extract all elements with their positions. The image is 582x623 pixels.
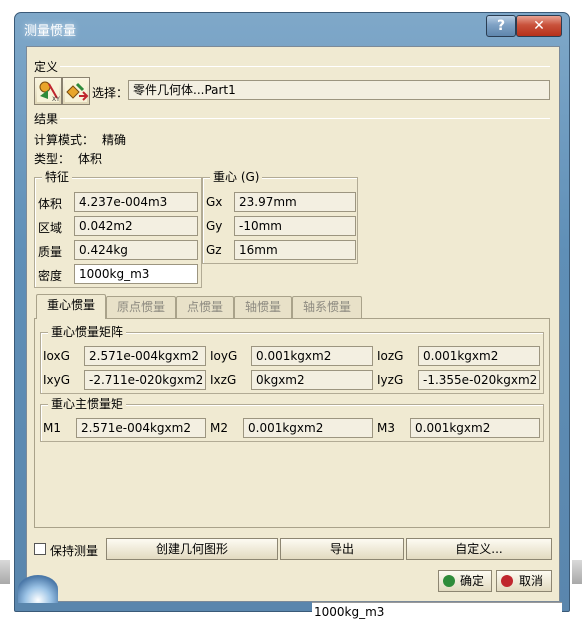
m3-label: M3 (377, 421, 395, 435)
gx-field[interactable]: 23.97mm (234, 192, 356, 212)
ioxg-field[interactable]: 2.571e-004kgxm2 (84, 346, 206, 366)
keep-measure-label: 保持测量 (50, 544, 99, 558)
ok-label: 确定 (459, 574, 484, 588)
measure-tool-button[interactable] (62, 77, 90, 105)
select-label: 选择： (92, 86, 129, 100)
iyzg-field[interactable]: -1.355e-020kgxm2 (418, 370, 540, 390)
export-button[interactable]: 导出 (280, 538, 404, 560)
mass-label: 质量 (38, 245, 63, 259)
m2-label: M2 (210, 421, 228, 435)
results-divider (60, 118, 550, 119)
cancel-icon (501, 575, 513, 587)
density-label: 密度 (38, 269, 63, 283)
tab-center-inertia[interactable]: 重心惯量 (36, 294, 106, 319)
ok-button[interactable]: 确定 (438, 570, 492, 592)
iozg-label: IozG (377, 349, 404, 363)
center-of-gravity-title: 重心 (G) (210, 170, 263, 184)
type-label: 类型： (34, 152, 71, 166)
gy-label: Gy (206, 219, 223, 233)
gx-label: Gx (206, 195, 223, 209)
ioyg-field[interactable]: 0.001kgxm2 (251, 346, 373, 366)
customize-button[interactable]: 自定义... (406, 538, 552, 560)
ixzg-label: IxzG (210, 373, 237, 387)
help-button[interactable]: ? (486, 15, 516, 37)
m1-label: M1 (43, 421, 61, 435)
volume-label: 体积 (38, 197, 63, 211)
create-geometry-button[interactable]: 创建几何图形 (106, 538, 278, 560)
selection-field[interactable]: 零件几何体...Part1 (128, 80, 550, 100)
type-value: 体积 (78, 152, 103, 166)
tab-axis-inertia[interactable]: 轴惯量 (234, 296, 292, 318)
principal-moments-title: 重心主惯量矩 (48, 397, 127, 411)
select-tool-button[interactable]: XY (34, 77, 62, 105)
ioyg-label: IoyG (210, 349, 238, 363)
m2-field[interactable]: 0.001kgxm2 (243, 418, 373, 438)
close-button[interactable]: ✕ (516, 15, 562, 37)
svg-text:XY: XY (52, 96, 60, 103)
m3-field[interactable]: 0.001kgxm2 (410, 418, 540, 438)
tab-point-inertia[interactable]: 点惯量 (176, 296, 234, 318)
gz-field[interactable]: 16mm (234, 240, 356, 260)
tab-origin-inertia[interactable]: 原点惯量 (106, 296, 176, 318)
volume-field[interactable]: 4.237e-004m3 (74, 192, 198, 212)
cancel-button[interactable]: 取消 (496, 570, 552, 592)
calc-mode-label: 计算模式： (34, 133, 95, 147)
features-title: 特征 (42, 170, 73, 184)
keep-measure-checkbox[interactable] (34, 543, 46, 555)
left-scroll-handle[interactable] (0, 560, 10, 584)
calc-mode-value: 精确 (102, 133, 127, 147)
ok-icon (443, 575, 455, 587)
mass-field[interactable]: 0.424kg (74, 240, 198, 260)
definition-label: 定义 (34, 60, 59, 74)
selection-tool-icon: XY (37, 80, 60, 103)
right-scroll-handle[interactable] (572, 560, 582, 584)
results-label: 结果 (34, 112, 59, 126)
gz-label: Gz (206, 243, 222, 257)
iyzg-label: IyzG (377, 373, 404, 387)
gy-field[interactable]: -10mm (234, 216, 356, 236)
cancel-label: 取消 (518, 574, 543, 588)
window-title: 测量惯量 (24, 24, 77, 39)
area-field[interactable]: 0.042m2 (74, 216, 198, 236)
area-label: 区域 (38, 221, 63, 235)
density-field[interactable]: 1000kg_m3 (74, 264, 198, 284)
tab-axis-system-inertia[interactable]: 轴系惯量 (292, 296, 362, 318)
ixzg-field[interactable]: 0kgxm2 (251, 370, 373, 390)
measure-item-icon (65, 80, 89, 102)
inertia-matrix-title: 重心惯量矩阵 (48, 325, 127, 339)
ixyg-field[interactable]: -2.711e-020kgxm2 (84, 370, 206, 390)
m1-field[interactable]: 2.571e-004kgxm2 (76, 418, 206, 438)
background-status-field: 1000kg_m3 (312, 602, 562, 620)
app-logo-icon (18, 575, 58, 603)
ixyg-label: IxyG (43, 373, 71, 387)
iozg-field[interactable]: 0.001kgxm2 (418, 346, 540, 366)
ioxg-label: IoxG (43, 349, 70, 363)
definition-divider (60, 66, 550, 67)
